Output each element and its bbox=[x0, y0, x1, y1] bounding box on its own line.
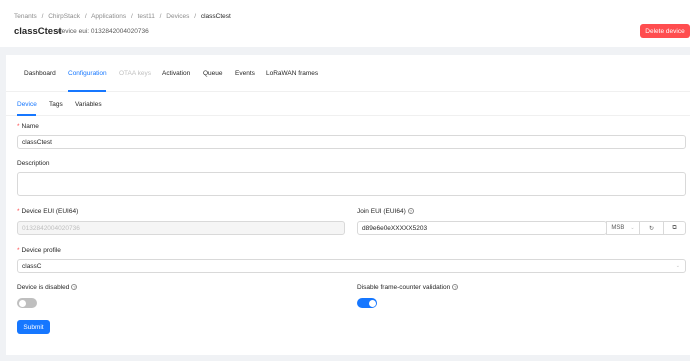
tab-lorawan-frames[interactable]: LoRaWAN frames bbox=[266, 70, 318, 77]
breadcrumb-separator: / bbox=[194, 13, 197, 20]
breadcrumb-separator: / bbox=[84, 13, 87, 20]
breadcrumb-application[interactable]: test11 bbox=[138, 13, 155, 20]
tab-otaa-keys[interactable]: OTAA keys bbox=[119, 70, 151, 77]
tab-dashboard[interactable]: Dashboard bbox=[24, 70, 56, 77]
refresh-button[interactable]: ↻ bbox=[639, 221, 664, 235]
toggle-knob bbox=[18, 299, 26, 307]
tab-events[interactable]: Events bbox=[235, 70, 255, 77]
copy-icon: ⧉ bbox=[672, 224, 677, 231]
page-subtitle: device eui: 0132842004020736 bbox=[58, 28, 149, 35]
active-subtab-indicator bbox=[17, 114, 36, 116]
join-eui-label: Join EUI (EUI64)? bbox=[357, 208, 414, 215]
main-tabs: Dashboard Configuration OTAA keys Activa… bbox=[6, 55, 690, 92]
dev-eui-input: 0132842004020736 bbox=[17, 221, 345, 235]
disable-fcnt-label: Disable frame-counter validation? bbox=[357, 284, 459, 291]
byte-order-select[interactable]: MSB ⌄ bbox=[606, 221, 640, 235]
sub-tabs: Device Tags Variables bbox=[6, 92, 690, 116]
breadcrumb-separator: / bbox=[41, 13, 44, 20]
page-title: classCtest bbox=[14, 26, 62, 37]
byte-order-value: MSB bbox=[611, 225, 625, 231]
info-icon[interactable]: ? bbox=[71, 284, 78, 291]
refresh-icon: ↻ bbox=[648, 225, 655, 232]
device-disabled-label: Device is disabled? bbox=[17, 284, 78, 291]
tab-activation[interactable]: Activation bbox=[162, 70, 190, 77]
info-icon[interactable]: ? bbox=[452, 284, 459, 291]
breadcrumb-separator: / bbox=[159, 13, 162, 20]
breadcrumb: Tenants / ChirpStack / Applications / te… bbox=[14, 13, 234, 20]
dev-eui-label: * Device EUI (EUI64) bbox=[17, 208, 79, 215]
subtab-variables[interactable]: Variables bbox=[75, 101, 102, 108]
chevron-down-icon: ⌄ bbox=[630, 225, 635, 231]
delete-device-button[interactable]: Delete device bbox=[640, 24, 690, 38]
device-card: Dashboard Configuration OTAA keys Activa… bbox=[6, 55, 690, 355]
device-disabled-toggle[interactable] bbox=[17, 298, 37, 308]
description-textarea[interactable] bbox=[17, 172, 686, 196]
device-profile-label: * Device profile bbox=[17, 247, 61, 254]
description-label: Description bbox=[17, 160, 50, 167]
name-input[interactable]: classCtest bbox=[17, 135, 686, 149]
disable-fcnt-toggle[interactable] bbox=[357, 298, 377, 308]
breadcrumb-devices[interactable]: Devices bbox=[166, 13, 189, 20]
subtab-device[interactable]: Device bbox=[17, 101, 37, 108]
breadcrumb-tenants[interactable]: Tenants bbox=[14, 13, 37, 20]
page-header: Tenants / ChirpStack / Applications / te… bbox=[0, 0, 690, 47]
subtab-tags[interactable]: Tags bbox=[49, 101, 63, 108]
tab-queue[interactable]: Queue bbox=[203, 70, 223, 77]
breadcrumb-chirpstack[interactable]: ChirpStack bbox=[48, 13, 80, 20]
toggle-knob bbox=[368, 299, 376, 307]
breadcrumb-applications[interactable]: Applications bbox=[91, 13, 126, 20]
copy-button[interactable]: ⧉ bbox=[663, 221, 686, 235]
submit-button[interactable]: Submit bbox=[17, 320, 50, 334]
chevron-down-icon: ⌄ bbox=[675, 263, 680, 269]
device-profile-value: classC bbox=[22, 262, 42, 270]
join-eui-input[interactable]: d89e6e0eXXXXX5203 bbox=[357, 221, 607, 235]
tab-configuration[interactable]: Configuration bbox=[68, 70, 107, 77]
name-label: * Name bbox=[17, 123, 39, 130]
breadcrumb-separator: / bbox=[130, 13, 133, 20]
breadcrumb-current: classCtest bbox=[200, 13, 231, 20]
device-profile-select[interactable]: classC ⌄ bbox=[17, 259, 686, 273]
info-icon[interactable]: ? bbox=[407, 208, 414, 215]
